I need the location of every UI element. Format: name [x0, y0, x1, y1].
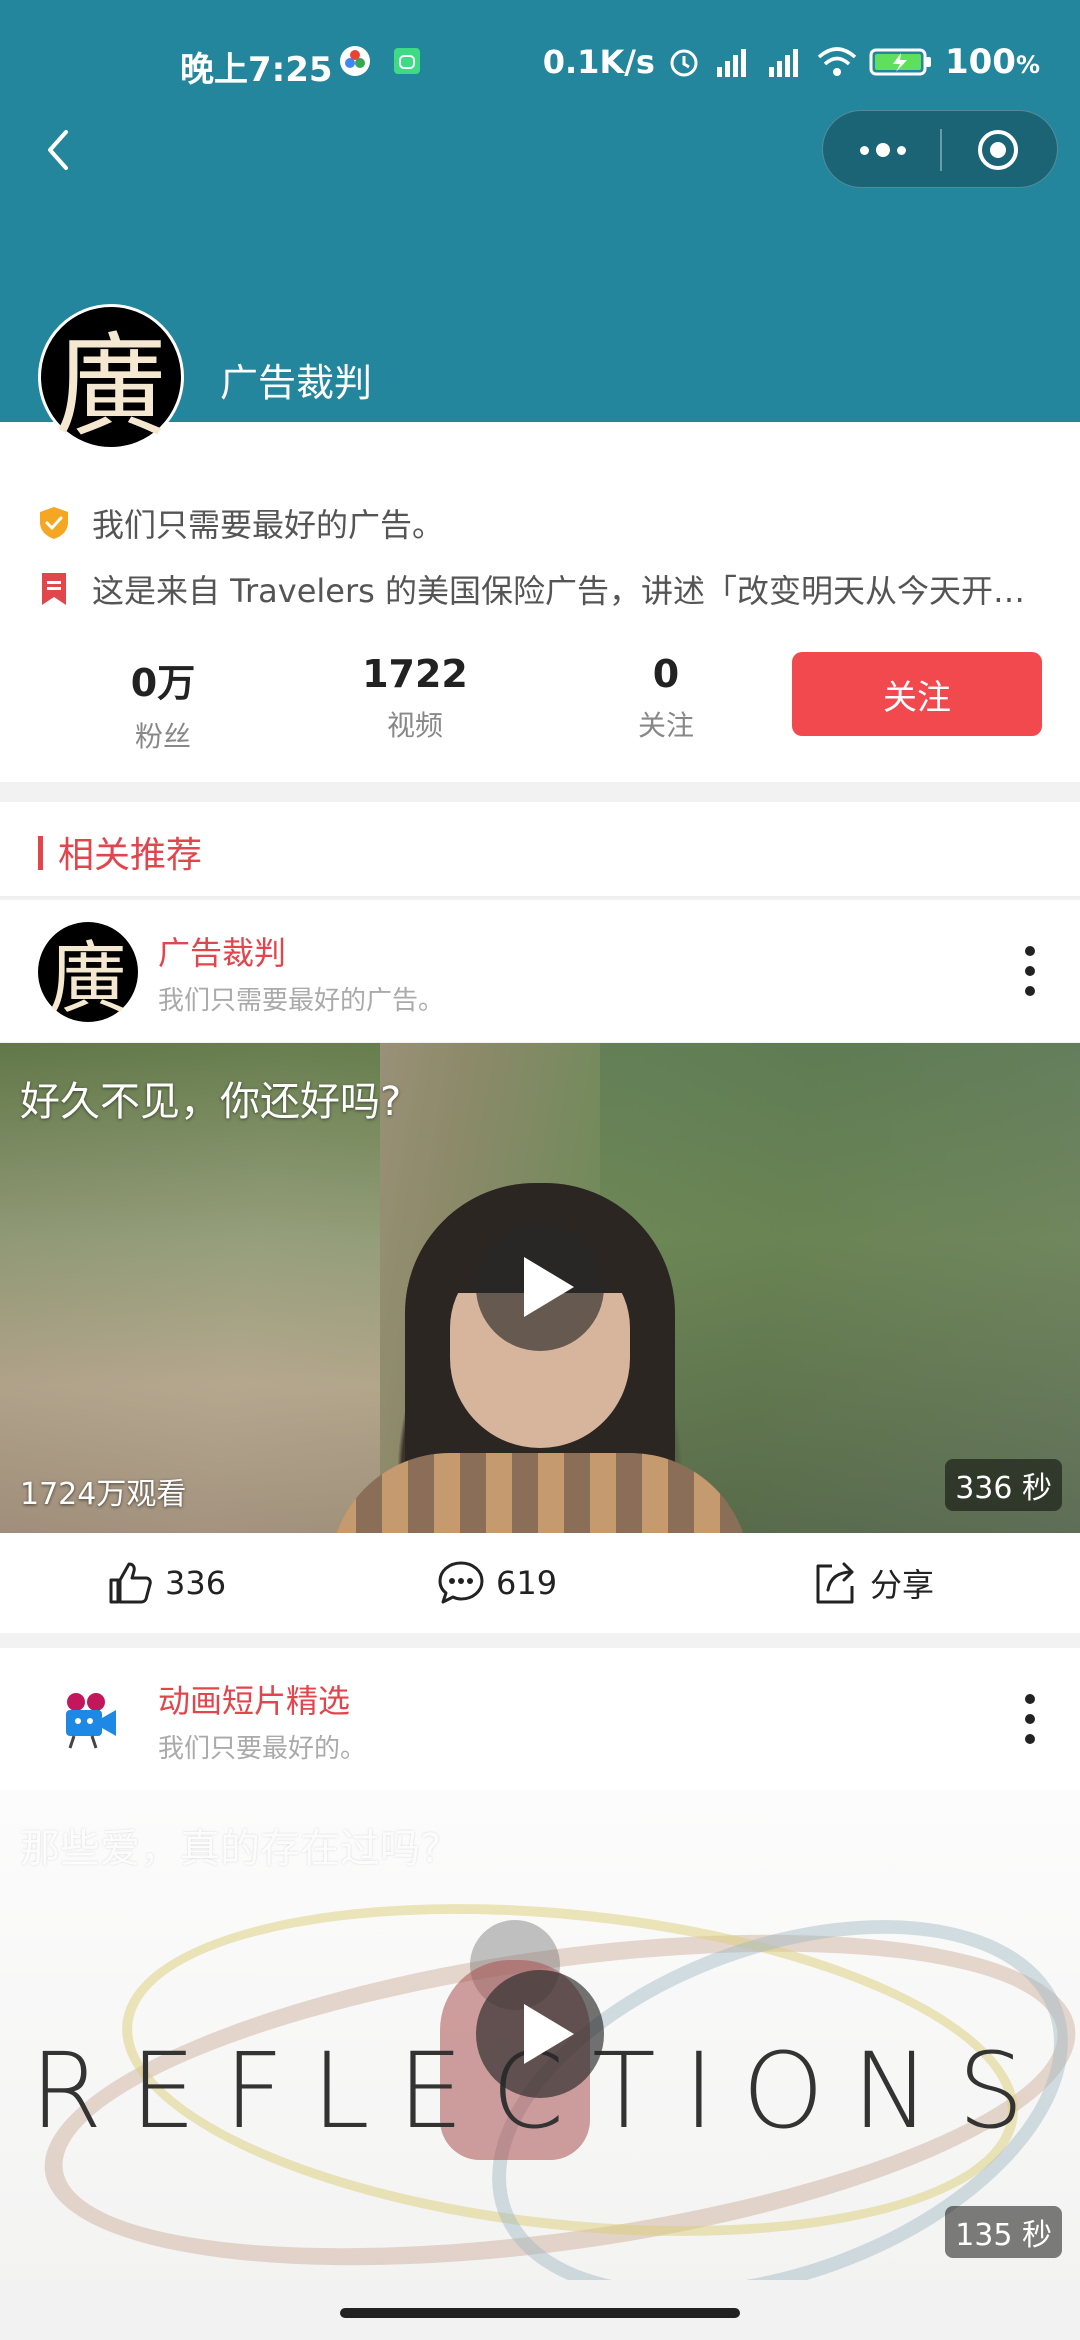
- post-author-avatar[interactable]: 廣: [38, 922, 138, 1024]
- post-actions: 336 619 分享: [0, 1533, 1080, 1633]
- home-indicator[interactable]: [340, 2308, 740, 2318]
- post-author-name[interactable]: 动画短片精选: [158, 1676, 350, 1722]
- follow-button[interactable]: 关注: [792, 652, 1042, 736]
- play-icon[interactable]: [476, 1223, 604, 1351]
- video-card[interactable]: REFLECTIONS 那些爱，真的存在过吗? 135 秒: [0, 1790, 1080, 2280]
- signal-hd-icon: [716, 49, 746, 77]
- like-button[interactable]: 336: [105, 1553, 226, 1613]
- app-notification-icon: [340, 46, 370, 76]
- profile-name: 广告裁判: [220, 361, 373, 405]
- play-icon[interactable]: [476, 1970, 604, 2098]
- profile-header: 晚上7:25 0.1K/s 100% 廣 广告裁判: [0, 0, 1080, 452]
- wifi-icon: [817, 47, 857, 76]
- stat-following[interactable]: 0 关注: [566, 652, 766, 744]
- stat-fans-value: 0万: [130, 661, 196, 705]
- video-views: 1724万观看: [20, 1477, 187, 1512]
- section-title: 相关推荐: [58, 835, 203, 876]
- post-header: 动画短片精选 我们只要最好的。: [0, 1648, 1080, 1790]
- post-author-name[interactable]: 广告裁判: [158, 928, 286, 974]
- section-header: 相关推荐: [0, 802, 1080, 898]
- video-card[interactable]: 好久不见，你还好吗? 1724万观看 336 秒: [0, 1043, 1080, 1533]
- bookmark-icon: [42, 573, 66, 605]
- intro-row: 这是来自 Travelers 的美国保险广告，讲述「改变明天从今天开始」: [36, 566, 1046, 612]
- more-dots-icon[interactable]: [843, 125, 923, 175]
- stat-videos-label: 视频: [386, 709, 443, 742]
- stat-videos-value: 1722: [362, 652, 468, 696]
- comment-count: 619: [496, 1564, 558, 1602]
- share-icon: [816, 1562, 854, 1604]
- like-count: 336: [165, 1564, 227, 1602]
- profile-intro: 这是来自 Travelers 的美国保险广告，讲述「改变明天从今天开始」: [92, 572, 1046, 610]
- signal-hd-2-icon: [768, 49, 798, 77]
- profile-slogan: 我们只需要最好的广告。: [92, 506, 445, 544]
- post-header: 廣 广告裁判 我们只需要最好的广告。: [0, 900, 1080, 1042]
- comment-bubble-icon: [438, 1561, 484, 1604]
- target-circle-icon[interactable]: [973, 125, 1023, 175]
- comment-button[interactable]: 619: [436, 1553, 557, 1613]
- profile-avatar[interactable]: 廣: [38, 304, 184, 452]
- stat-following-value: 0: [652, 652, 680, 696]
- net-speed: 0.1K/s: [542, 43, 655, 81]
- share-button[interactable]: 分享: [810, 1553, 934, 1613]
- video-title: 好久不见，你还好吗?: [20, 1079, 402, 1125]
- profile-stats: 0万 粉丝 1722 视频 0 关注: [0, 652, 780, 755]
- video-title: 那些爱，真的存在过吗?: [20, 1826, 442, 1872]
- stat-fans-label: 粉丝: [134, 720, 191, 753]
- slogan-row: 我们只需要最好的广告。: [36, 500, 1046, 546]
- status-time: 晚上7:25: [180, 50, 333, 90]
- stat-following-label: 关注: [637, 709, 694, 742]
- battery-percent: 100%: [944, 42, 1040, 82]
- back-chevron-icon[interactable]: [30, 120, 90, 180]
- post-author-desc: 我们只需要最好的广告。: [158, 986, 445, 1016]
- post-more-icon[interactable]: [1020, 1694, 1040, 1744]
- video-duration: 336 秒: [945, 1459, 1062, 1511]
- share-label: 分享: [870, 1566, 935, 1604]
- mini-program-capsule: [822, 110, 1058, 188]
- video-duration: 135 秒: [945, 2206, 1062, 2258]
- status-bar: 晚上7:25 0.1K/s 100%: [0, 36, 1080, 92]
- thumbs-up-icon: [109, 1562, 152, 1604]
- post-more-icon[interactable]: [1020, 946, 1040, 996]
- movie-camera-avatar-icon[interactable]: [58, 1688, 122, 1752]
- alarm-icon: [670, 49, 698, 77]
- post-author-desc: 我们只要最好的。: [158, 1734, 367, 1764]
- section-accent-bar: [38, 836, 43, 870]
- stat-videos[interactable]: 1722 视频: [315, 652, 515, 744]
- android-notification-icon: [394, 48, 420, 74]
- verified-shield-icon: [40, 507, 68, 539]
- battery-charging-icon: [869, 48, 931, 76]
- stat-fans[interactable]: 0万 粉丝: [63, 652, 263, 755]
- profile-card: 我们只需要最好的广告。 这是来自 Travelers 的美国保险广告，讲述「改变…: [0, 422, 1080, 782]
